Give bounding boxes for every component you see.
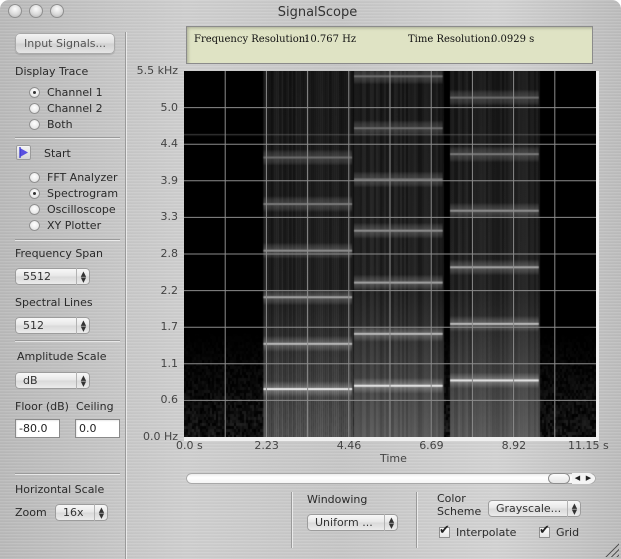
color-scheme-value: Grayscale... — [496, 502, 562, 515]
spectrogram-plot[interactable] — [184, 71, 599, 441]
amplitude-scale-value: dB — [23, 374, 38, 387]
x-axis-label: Time — [380, 452, 407, 465]
harmonic-band-tone-1 — [263, 296, 352, 298]
harmonic-band-tone-1 — [263, 203, 352, 205]
input-signals-button[interactable]: Input Signals... — [15, 33, 115, 54]
zoom-select[interactable]: 16x ▲ ▼ — [55, 504, 108, 521]
y-tick-label: 0.6 — [160, 393, 179, 407]
title-bar[interactable]: SignalScope — [0, 0, 621, 24]
y-tick-label: 4.4 — [160, 137, 179, 151]
harmonic-band-tone-2 — [354, 127, 443, 129]
x-tick-label: 2.23 — [254, 439, 279, 452]
harmonic-band-tone-2 — [354, 75, 443, 77]
scroll-right-arrow-icon[interactable]: ▶ — [583, 473, 594, 484]
divider — [15, 340, 120, 341]
harmonic-band-tone-3 — [450, 379, 539, 381]
spectrogram-grid — [184, 71, 596, 437]
y-tick-label: 1.7 — [160, 320, 179, 334]
frequency-span-select[interactable]: 5512 ▲ ▼ — [15, 268, 90, 285]
resize-grip-icon[interactable] — [605, 543, 619, 557]
grid-checkbox[interactable] — [539, 523, 550, 538]
divider — [416, 492, 417, 548]
harmonic-band-tone-2 — [354, 385, 443, 387]
horizontal-scale-label: Horizontal Scale — [15, 483, 105, 496]
harmonic-band-tone-2 — [354, 178, 443, 180]
harmonic-band-tone-1 — [263, 250, 352, 252]
harmonic-band-tone-2 — [354, 333, 443, 335]
frequency-resolution-value: 10.767 Hz — [304, 34, 357, 45]
zoom-value: 16x — [63, 506, 84, 519]
x-tick-label: 6.69 — [419, 439, 444, 452]
harmonic-band-tone-1 — [263, 388, 352, 390]
y-tick-label: 1.1 — [160, 356, 179, 370]
signalscope-window: SignalScope Input Signals... Display Tra… — [0, 0, 621, 559]
radio-both-label[interactable]: Both — [47, 118, 73, 131]
x-tick-label: 0.0 s — [176, 439, 203, 452]
x-tick-label: 4.46 — [336, 439, 362, 452]
y-tick-label: 0.0 Hz — [142, 430, 178, 443]
scroll-left-arrow-icon[interactable]: ◀ — [572, 473, 583, 484]
window-title: SignalScope — [277, 5, 358, 20]
scrollbar-thumb[interactable] — [548, 473, 570, 484]
radio-spectrogram[interactable] — [29, 188, 40, 199]
time-resolution-value: 0.0929 s — [491, 34, 535, 45]
updown-arrows-icon: ▲ ▼ — [567, 500, 581, 517]
x-tick-label: 8.92 — [501, 439, 527, 452]
x-tick-label: 11.15 s — [568, 439, 609, 452]
harmonic-band-tone-2 — [354, 230, 443, 232]
harmonic-band-tone-2 — [354, 282, 443, 284]
radio-channel-1-label[interactable]: Channel 1 — [47, 86, 103, 99]
interpolate-checkbox[interactable] — [439, 523, 450, 538]
windowing-value: Uniform ... — [315, 516, 373, 529]
updown-arrows-icon: ▲ ▼ — [94, 504, 108, 521]
divider — [15, 239, 120, 240]
y-tick-label: 2.2 — [160, 283, 179, 297]
zoom-label: Zoom — [15, 506, 47, 519]
horizontal-scrollbar[interactable]: ◀ ▶ — [186, 473, 596, 484]
y-tick-label: 3.9 — [160, 173, 179, 187]
spectral-lines-label: Spectral Lines — [15, 296, 93, 309]
updown-arrows-icon: ▲ ▼ — [384, 514, 398, 531]
harmonic-band-tone-3 — [450, 266, 539, 268]
color-scheme-label-line1: Color — [437, 492, 466, 505]
windowing-label: Windowing — [307, 493, 368, 506]
radio-spectrogram-label[interactable]: Spectrogram — [47, 187, 118, 200]
frequency-span-value: 5512 — [23, 270, 51, 283]
divider — [291, 492, 292, 548]
interpolate-label[interactable]: Interpolate — [456, 526, 516, 539]
y-tick-label: 2.8 — [160, 247, 179, 260]
updown-arrows-icon: ▲ ▼ — [76, 372, 90, 389]
resolution-readout: Frequency Resolution: 10.767 Hz Time Res… — [186, 26, 593, 64]
harmonic-band-tone-3 — [450, 210, 539, 212]
y-tick-label: 5.5 kHz — [136, 64, 178, 77]
harmonic-band-tone-1 — [263, 157, 352, 159]
harmonic-band-tone-3 — [450, 323, 539, 325]
divider — [15, 473, 120, 474]
updown-arrows-icon: ▲ ▼ — [76, 268, 90, 285]
harmonic-band-tone-3 — [450, 97, 539, 99]
color-scheme-label-line2: Scheme — [437, 505, 482, 518]
frequency-resolution-label: Frequency Resolution: — [194, 34, 309, 45]
time-resolution-label: Time Resolution: — [408, 34, 494, 45]
y-tick-label: 5.0 — [160, 100, 179, 114]
y-tick-label: 3.3 — [160, 210, 179, 224]
color-scheme-select[interactable]: Grayscale... ▲ ▼ — [488, 500, 581, 517]
grid-label[interactable]: Grid — [556, 526, 579, 539]
harmonic-band-tone-1 — [263, 343, 352, 345]
radio-both[interactable] — [29, 119, 40, 130]
windowing-select[interactable]: Uniform ... ▲ ▼ — [307, 514, 398, 531]
radio-channel-1[interactable] — [29, 87, 40, 98]
harmonic-band-tone-3 — [450, 153, 539, 155]
amplitude-scale-select[interactable]: dB ▲ ▼ — [15, 372, 90, 389]
